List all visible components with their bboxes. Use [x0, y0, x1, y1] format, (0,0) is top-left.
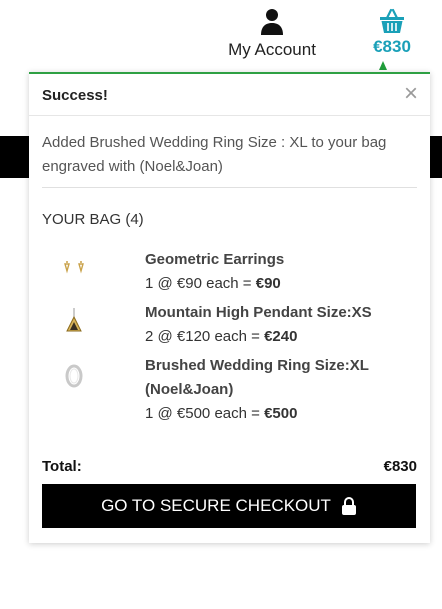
bag-total-row: Total: €830	[42, 458, 417, 475]
item-name: Mountain High Pendant Size:XS	[145, 304, 372, 321]
my-account-link[interactable]: My Account	[222, 4, 322, 60]
bag-item[interactable]: Mountain High Pendant Size:XS 2 @ €120 e…	[29, 301, 430, 354]
item-name: Brushed Wedding Ring Size:XL (Noel&Joan)	[145, 357, 369, 398]
ring-thumbnail	[65, 364, 83, 388]
checkout-label: GO TO SECURE CHECKOUT	[101, 496, 331, 515]
popup-pointer	[379, 61, 387, 70]
item-qty: 2 @ €120 each = €240	[145, 325, 430, 349]
total-amount: €830	[383, 458, 417, 475]
item-subtotal: €240	[264, 328, 298, 345]
item-qty-text: 1 @ €500 each =	[145, 405, 260, 422]
item-qty: 1 @ €90 each = €90	[145, 272, 430, 296]
cart-total: €830	[373, 37, 411, 56]
popup-header: Success! ×	[29, 74, 430, 116]
add-to-bag-popup: Success! × Added Brushed Wedding Ring Si…	[29, 72, 430, 543]
bag-title: YOUR BAG (4)	[42, 211, 144, 228]
item-name: Geometric Earrings	[145, 251, 285, 268]
success-message: Added Brushed Wedding Ring Size : XL to …	[42, 131, 417, 188]
secure-checkout-button[interactable]: GO TO SECURE CHECKOUT	[42, 484, 416, 528]
item-qty: 1 @ €500 each = €500	[145, 402, 430, 426]
item-qty-text: 2 @ €120 each =	[145, 328, 260, 345]
total-label: Total:	[42, 458, 82, 475]
pendant-thumbnail	[66, 308, 82, 332]
item-subtotal: €500	[264, 405, 298, 422]
user-icon	[261, 9, 283, 35]
earrings-thumbnail	[64, 261, 84, 274]
bag-item[interactable]: Brushed Wedding Ring Size:XL (Noel&Joan)…	[29, 354, 430, 426]
lock-icon	[341, 497, 356, 515]
basket-icon	[380, 8, 404, 33]
cart-button[interactable]: €830	[366, 4, 418, 57]
item-subtotal: €90	[255, 275, 281, 292]
bag-items-list: Geometric Earrings 1 @ €90 each = €90 Mo…	[29, 248, 430, 426]
close-icon[interactable]: ×	[404, 80, 418, 108]
item-qty-text: 1 @ €90 each =	[145, 275, 252, 292]
popup-title: Success!	[42, 87, 108, 104]
bag-item[interactable]: Geometric Earrings 1 @ €90 each = €90	[29, 248, 430, 301]
my-account-label: My Account	[228, 40, 316, 59]
